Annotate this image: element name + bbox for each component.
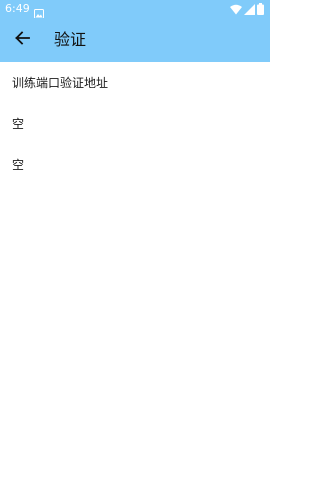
list-item-empty-1[interactable]: 空 [0,103,270,144]
list-item-label: 空 [12,158,25,172]
image-notification-icon [34,4,44,19]
signal-icon [242,3,255,15]
arrow-back-icon [14,30,30,50]
back-button[interactable] [8,26,36,54]
list-item-empty-2[interactable]: 空 [0,144,270,185]
page-title: 验证 [54,30,87,49]
screen: 6:49 验证 训练端口验证地址 空 空 [0,0,270,480]
list-item-training-port-address[interactable]: 训练端口验证地址 [0,62,270,103]
list-item-label: 空 [12,117,25,131]
app-bar: 验证 [0,18,270,62]
list-item-label: 训练端口验证地址 [12,76,109,90]
status-bar: 6:49 [0,0,270,19]
wifi-icon [228,4,242,15]
status-icons [228,3,264,15]
settings-list: 训练端口验证地址 空 空 [0,62,270,185]
battery-icon [255,3,264,15]
status-time: 6:49 [5,2,30,15]
